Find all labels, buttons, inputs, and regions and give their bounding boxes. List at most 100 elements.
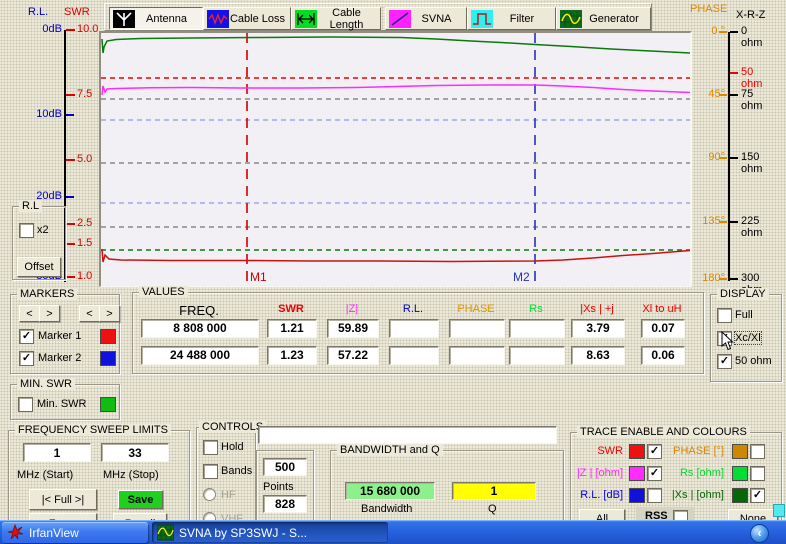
command-entry-field[interactable]	[258, 426, 557, 444]
toolbar-button-label: Cable Length	[329, 6, 364, 31]
toolbar-button-filter[interactable]: Filter	[467, 7, 556, 30]
swr-tick-label: 1.5	[77, 237, 93, 249]
cable-length-icon	[295, 9, 317, 28]
trace-swatch-xs-ohm[interactable]	[732, 488, 748, 503]
values-cell: 3.79	[571, 319, 625, 338]
points-value-box[interactable]: 500	[263, 458, 307, 476]
trace-swatch-phase[interactable]	[732, 444, 748, 459]
ohm-tick-label: 225 ohm	[741, 215, 763, 239]
svna-icon	[389, 9, 411, 28]
rl-scale-header: R.L.	[28, 6, 49, 18]
bands-checkbox[interactable]	[203, 464, 218, 479]
rl-tick-label: 0dB	[42, 23, 62, 35]
min-swr-label: Min. SWR	[37, 398, 87, 410]
ohm-tick-mark	[730, 94, 738, 96]
svna-app-window: R.L. SWR Antenna Cable Loss Cable Length SV…	[0, 0, 786, 544]
taskbar-button-irfanview[interactable]: IrfanView	[2, 522, 148, 543]
rl-tick-mark	[66, 196, 74, 198]
marker1-checkbox[interactable]: ✓	[19, 329, 34, 344]
bandwidth-value-box: 15 680 000	[345, 482, 435, 500]
tray-collapse-chevron-icon[interactable]: ‹	[750, 524, 769, 543]
display-50-ohm-label: 50 ohm	[735, 355, 772, 367]
ohm-tick-label: 75 ohm	[741, 88, 763, 112]
trace-enable-caption: TRACE ENABLE AND COLOURS	[577, 426, 750, 438]
swr-tick-label: 2.5	[77, 217, 93, 229]
trace-checkbox-xs-ohm[interactable]: ✓	[750, 488, 765, 503]
marker2-next-button[interactable]: >	[99, 305, 120, 322]
trace-checkbox-phase[interactable]	[750, 444, 765, 459]
marker1-prev-button[interactable]: <	[19, 305, 40, 322]
swr-tick-mark	[66, 243, 75, 245]
bandwidth-label: Bandwidth	[361, 503, 413, 515]
swr-tick-mark	[66, 276, 75, 278]
points-secondary-box[interactable]: 828	[263, 495, 307, 513]
min-swr-checkbox[interactable]	[18, 397, 33, 412]
filter-icon	[471, 9, 493, 28]
marker2-colour-swatch[interactable]	[100, 351, 116, 366]
trace-label-rs-ohm: Rs [ohm]	[679, 467, 724, 479]
irfanview-icon	[7, 523, 24, 541]
offset-button[interactable]: Offset	[17, 257, 61, 277]
rl-tick-mark	[66, 114, 74, 116]
toolbar-button-svna[interactable]: SVNA	[385, 7, 467, 30]
rl-offset-caption: R.L	[19, 200, 43, 212]
values-column-header-rs: Rs	[529, 303, 543, 315]
swr-tick-label: 5.0	[77, 153, 93, 165]
trace-label-z-ohm: |Z | [ohm]	[576, 467, 623, 479]
start-frequency-label: MHz (Start)	[17, 469, 74, 481]
values-column-header-xs-j: |Xs | +j	[580, 303, 614, 315]
marker1-colour-swatch[interactable]	[100, 329, 116, 344]
trace-swatch-r-l-db[interactable]	[629, 488, 645, 503]
marker2-checkbox[interactable]: ✓	[19, 351, 34, 366]
swr-tick-mark	[66, 159, 75, 161]
hf-radio[interactable]	[203, 488, 216, 501]
trace-checkbox-rs-ohm[interactable]	[750, 466, 765, 481]
marker1-next-button[interactable]: >	[39, 305, 60, 322]
phase-tick-mark	[719, 94, 727, 96]
full-sweep-button[interactable]: |< Full >|	[29, 489, 97, 510]
sweep-chart-plot[interactable]: M1 M2	[99, 31, 692, 287]
phase-scale-header: PHASE	[690, 3, 728, 15]
toolbar-button-generator[interactable]: Generator	[556, 7, 651, 30]
min-swr-colour-swatch[interactable]	[100, 397, 116, 412]
save-button[interactable]: Save	[118, 490, 163, 509]
trace-swatch-swr[interactable]	[629, 444, 645, 459]
rl-tick-label: 10dB	[36, 108, 62, 120]
display-caption: DISPLAY	[717, 288, 769, 300]
points-label: Points	[263, 481, 294, 493]
trace-swatch-z-ohm[interactable]	[629, 466, 645, 481]
mouse-cursor	[721, 330, 735, 354]
hold-label: Hold	[221, 441, 244, 453]
stop-frequency-input[interactable]	[101, 443, 169, 462]
start-frequency-input[interactable]	[23, 443, 91, 462]
values-cell	[449, 346, 505, 365]
toolbar-button-cable-length[interactable]: Cable Length	[291, 6, 381, 31]
toolbar-button-label: SVNA	[421, 12, 452, 25]
display-full-checkbox[interactable]	[717, 308, 732, 323]
min-swr-caption: MIN. SWR	[17, 378, 75, 390]
rl-offset-panel: R.L x2 Offset	[12, 200, 66, 280]
xrz-scale-header: X-R-Z	[736, 9, 766, 21]
toolbar-button-label: Cable Loss	[229, 12, 286, 25]
display-full-label: Full	[735, 309, 753, 321]
trace-label-swr: SWR	[597, 445, 623, 457]
ohm-tick-label: 150 ohm	[741, 151, 763, 175]
cable-loss-icon	[207, 9, 229, 28]
hold-checkbox[interactable]	[203, 440, 218, 455]
toolbar-button-antenna[interactable]: Antenna	[109, 7, 203, 30]
trace-swatch-rs-ohm[interactable]	[732, 466, 748, 481]
swr-tick-mark	[66, 29, 75, 31]
ohm-tick-label: 50 ohm	[741, 66, 763, 90]
rl-x2-checkbox[interactable]	[19, 223, 34, 238]
values-cell	[389, 319, 439, 338]
marker2-prev-button[interactable]: <	[79, 305, 100, 322]
values-cell	[509, 319, 565, 338]
marker2-label: Marker 2	[38, 352, 82, 364]
marker-label-m1: M1	[250, 270, 267, 284]
toolbar-button-cable-loss[interactable]: Cable Loss	[203, 7, 291, 30]
phase-tick-mark	[719, 31, 727, 33]
taskbar-button-svna-by-sp3swj-s[interactable]: SVNA by SP3SWJ - S...	[152, 522, 388, 543]
display-50-ohm-checkbox[interactable]: ✓	[717, 354, 732, 369]
values-cell	[449, 319, 505, 338]
swr-tick-mark	[66, 94, 75, 96]
